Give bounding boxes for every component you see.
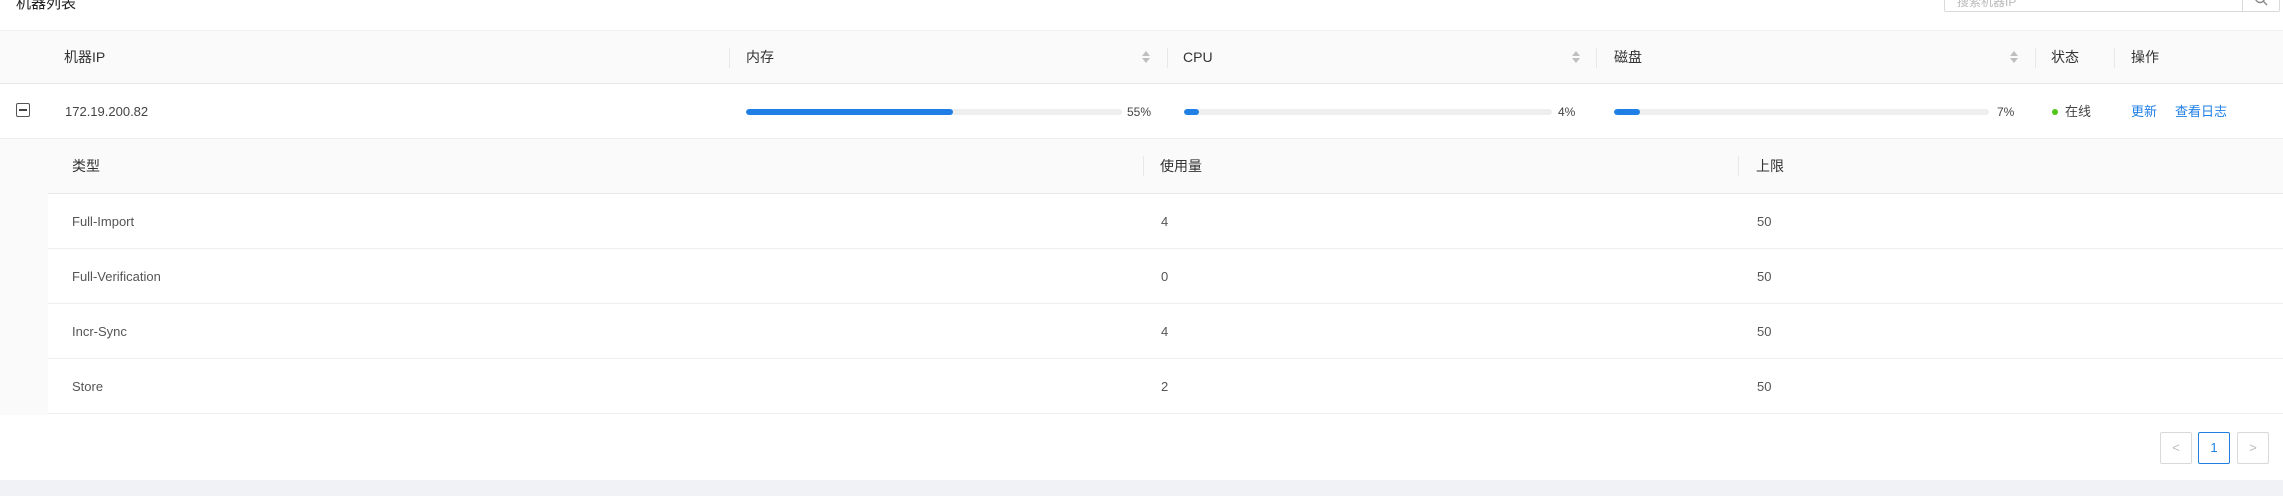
used-cell: 4 — [1161, 214, 1169, 229]
expanded-row: 类型 使用量 上限 Full-Import 4 50 Full-Verificatio… — [0, 139, 2283, 415]
limit-cell: 50 — [1757, 269, 1772, 284]
status-dot — [2052, 109, 2058, 115]
col-used: 使用量 — [1160, 158, 1202, 174]
col-divider — [1596, 48, 1597, 68]
view-logs-link[interactable]: 查看日志 — [2175, 84, 2227, 139]
collapse-row-icon[interactable] — [16, 103, 30, 117]
used-cell: 0 — [1161, 269, 1169, 284]
col-disk[interactable]: 磁盘 — [1614, 31, 1642, 84]
col-machine-ip: 机器IP — [64, 49, 106, 65]
type-cell: Incr-Sync — [72, 324, 127, 339]
type-cell: Full-Import — [72, 214, 135, 229]
search-input[interactable]: 搜索机器IP — [1944, 0, 2280, 12]
memory-progress-fill — [746, 109, 953, 115]
col-type: 类型 — [72, 158, 100, 174]
disk-progress-bar — [1614, 109, 1989, 115]
col-divider — [1738, 156, 1739, 176]
col-divider — [1143, 156, 1144, 176]
cpu-progress-bar — [1184, 109, 1552, 115]
search-button[interactable] — [2242, 0, 2279, 12]
type-cell: Store — [72, 379, 104, 394]
machine-list-card: 机器列表 搜索机器IP 机器IP 内存 CPU 磁盘 状态 操作 172.19.… — [0, 0, 2283, 480]
page-1-button[interactable]: 1 — [2198, 432, 2230, 464]
used-cell: 4 — [1161, 324, 1169, 339]
cpu-sort-icon[interactable] — [1571, 51, 1581, 65]
col-divider — [1167, 48, 1168, 68]
page-title: 机器列表 — [16, 0, 77, 12]
col-divider — [729, 48, 730, 68]
cpu-percent: 4% — [1558, 105, 1576, 119]
memory-percent: 55% — [1127, 105, 1152, 119]
col-divider — [2114, 48, 2115, 68]
table-header: 机器IP 内存 CPU 磁盘 状态 操作 — [0, 30, 2283, 84]
limit-cell: 50 — [1757, 214, 1772, 229]
search-placeholder: 搜索机器IP — [1957, 0, 2017, 9]
next-page-button[interactable]: > — [2237, 432, 2269, 464]
col-status: 状态 — [2051, 49, 2079, 65]
memory-sort-icon[interactable] — [1141, 51, 1151, 65]
search-icon — [2255, 0, 2268, 6]
nested-table-row: Full-Import 4 50 — [48, 194, 2283, 249]
memory-progress-bar — [746, 109, 1122, 115]
col-memory[interactable]: 内存 — [746, 31, 774, 84]
machine-ip: 172.19.200.82 — [65, 104, 149, 119]
status-text: 在线 — [2065, 104, 2092, 119]
cpu-progress-fill — [1184, 109, 1199, 115]
col-cpu[interactable]: CPU — [1183, 31, 1213, 84]
nested-table-header: 类型 使用量 上限 — [48, 139, 2283, 194]
prev-page-button[interactable]: < — [2160, 432, 2192, 464]
col-divider — [2035, 48, 2036, 68]
col-actions: 操作 — [2131, 49, 2159, 65]
nested-table-row: Store 2 50 — [48, 359, 2283, 414]
table-row: 172.19.200.82 55% 4% 7% 在线 更新 查看日志 — [0, 84, 2283, 139]
disk-progress-fill — [1614, 109, 1641, 115]
type-cell: Full-Verification — [72, 269, 161, 284]
limit-cell: 50 — [1757, 324, 1772, 339]
disk-sort-icon[interactable] — [2009, 51, 2019, 65]
used-cell: 2 — [1161, 379, 1169, 394]
col-limit: 上限 — [1756, 158, 1784, 174]
limit-cell: 50 — [1757, 379, 1772, 394]
nested-table: 类型 使用量 上限 Full-Import 4 50 Full-Verificatio… — [48, 139, 2283, 415]
update-link[interactable]: 更新 — [2131, 84, 2157, 139]
disk-percent: 7% — [1997, 105, 2015, 119]
nested-table-row: Full-Verification 0 50 — [48, 249, 2283, 304]
nested-table-row: Incr-Sync 4 50 — [48, 304, 2283, 359]
